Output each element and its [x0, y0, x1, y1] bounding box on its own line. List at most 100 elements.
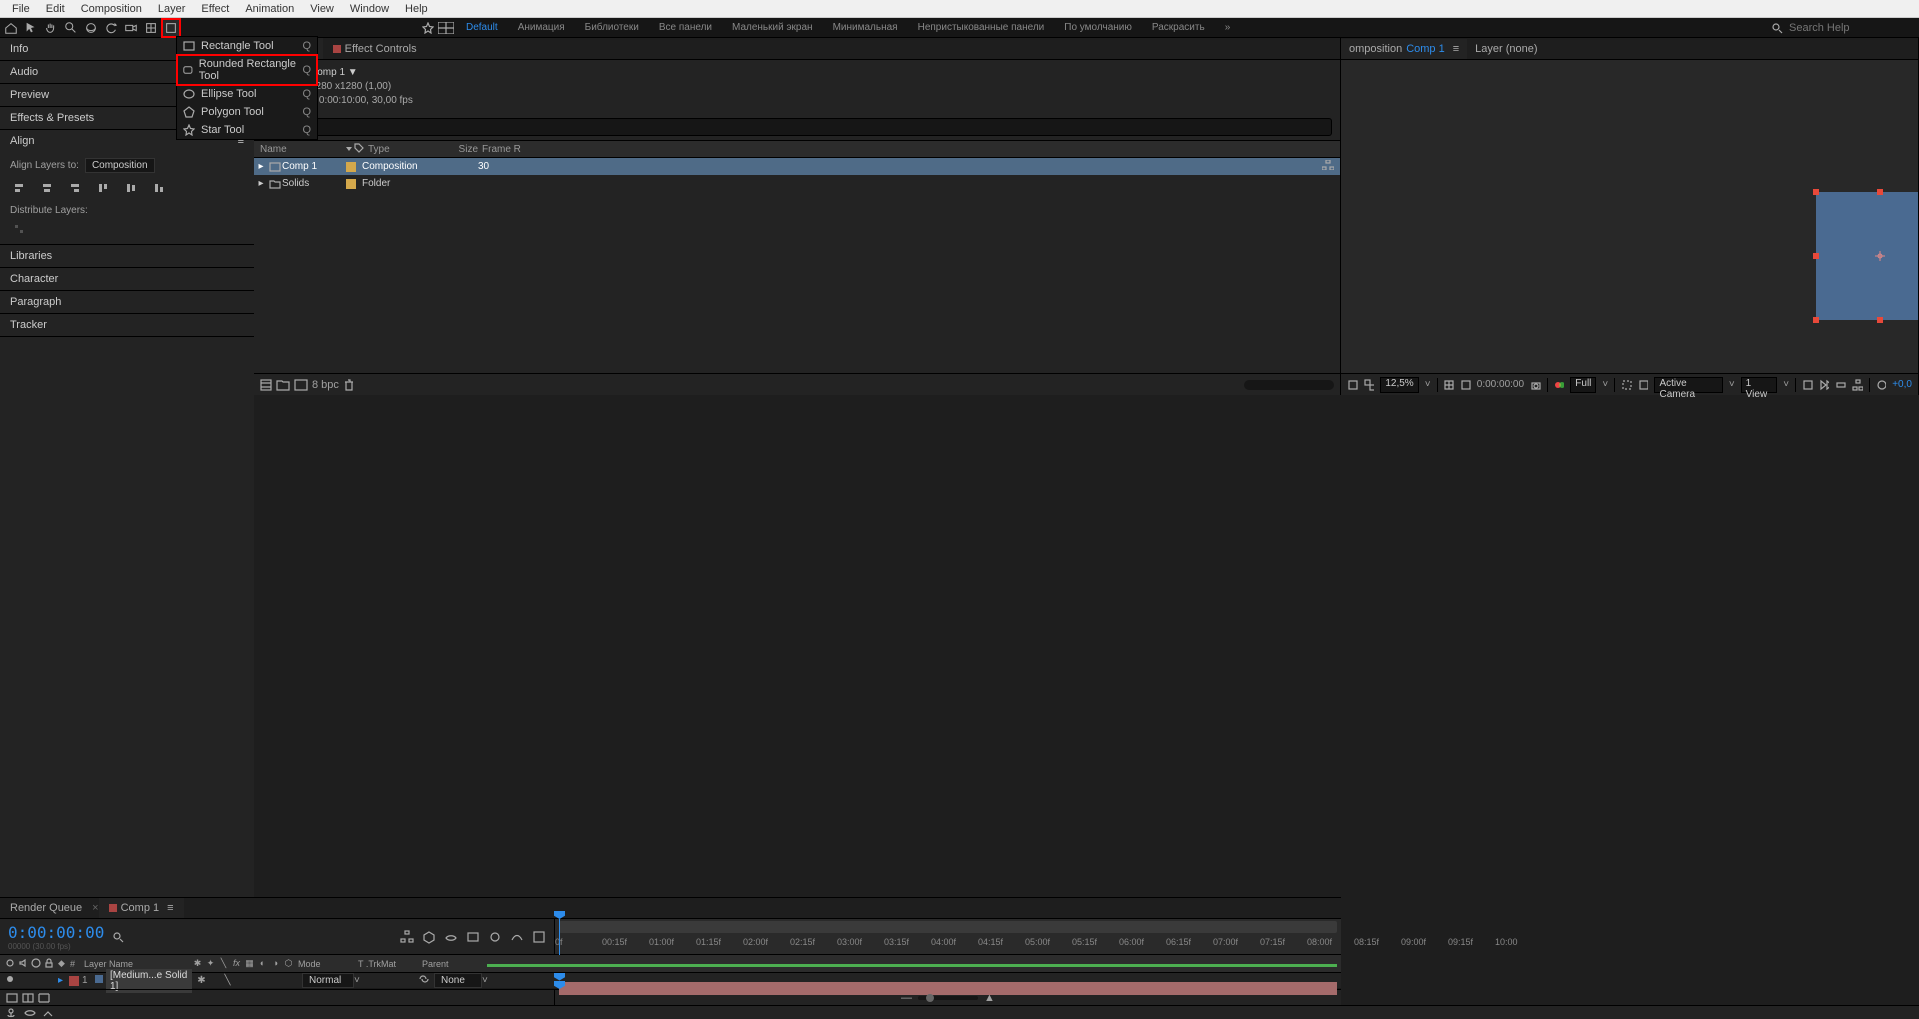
roi-icon[interactable]: [1621, 379, 1632, 391]
layer-solo-toggle[interactable]: [30, 974, 41, 987]
selected-solid-shape[interactable]: [1816, 192, 1918, 320]
workspace-minimal[interactable]: Минимальная: [825, 19, 906, 36]
res-arrow-icon[interactable]: ˅: [1602, 379, 1608, 390]
menu-animation[interactable]: Animation: [237, 1, 302, 17]
status-reveal-icon[interactable]: [24, 1008, 36, 1018]
fast-previews-icon[interactable]: [1819, 379, 1830, 391]
toggle-modes-icon[interactable]: [22, 993, 34, 1003]
hand-tool[interactable]: [42, 19, 60, 37]
col-label-icon[interactable]: [354, 143, 368, 156]
cam-arrow-icon[interactable]: ˅: [1729, 379, 1735, 390]
layer-mode-dropdown[interactable]: Normal: [302, 973, 354, 988]
layer-audio-toggle[interactable]: [17, 974, 28, 987]
always-preview-icon[interactable]: [1347, 379, 1358, 391]
channel-icon[interactable]: [1554, 379, 1565, 391]
menu-file[interactable]: File: [4, 1, 38, 17]
workspace-all-panels[interactable]: Все панели: [651, 19, 720, 36]
star-favorite-icon[interactable]: [422, 22, 434, 34]
col-layer-name[interactable]: Layer Name: [84, 959, 188, 969]
layer-video-toggle[interactable]: [4, 974, 15, 987]
menu-view[interactable]: View: [302, 1, 342, 17]
collapse-col-icon[interactable]: ✦: [205, 958, 216, 969]
workspace-small-screen[interactable]: Маленький экран: [724, 19, 821, 36]
character-panel-header[interactable]: Character: [0, 268, 254, 290]
views-arrow-icon[interactable]: ˅: [1783, 379, 1789, 390]
render-queue-tab[interactable]: Render Queue: [0, 898, 92, 918]
col-framerate[interactable]: Frame R: [478, 144, 1340, 155]
project-row-solids[interactable]: ▸ Solids Folder: [254, 175, 1340, 192]
frameblend-col-icon[interactable]: ▦: [244, 958, 255, 969]
exposure-value[interactable]: +0,0: [1892, 379, 1912, 390]
label-color-swatch[interactable]: [346, 162, 356, 172]
rounded-rectangle-tool-item[interactable]: Rounded Rectangle Tool Q: [177, 55, 317, 85]
workspace-undocked[interactable]: Непристыкованные панели: [910, 19, 1053, 36]
col-parent[interactable]: Parent: [422, 959, 482, 969]
col-mode[interactable]: Mode: [298, 959, 358, 969]
label-col-icon[interactable]: ◆: [58, 958, 66, 969]
layer-label-color[interactable]: [69, 976, 79, 986]
align-top-icon[interactable]: [94, 179, 112, 197]
interpret-footage-icon[interactable]: [260, 379, 272, 391]
graph-editor-icon[interactable]: [510, 930, 524, 944]
frame-blend-icon[interactable]: [466, 930, 480, 944]
fx-col-icon[interactable]: fx: [231, 958, 242, 969]
orbit-tool[interactable]: [82, 19, 100, 37]
menu-edit[interactable]: Edit: [38, 1, 73, 17]
new-comp-icon[interactable]: [294, 379, 308, 391]
3d-col-icon[interactable]: ⬡: [283, 958, 294, 969]
work-area-bar[interactable]: [559, 921, 1337, 933]
align-right-icon[interactable]: [66, 179, 84, 197]
align-hcenter-icon[interactable]: [38, 179, 56, 197]
layer-tab[interactable]: Layer (none): [1467, 39, 1545, 59]
dropdown-arrow-icon[interactable]: ▼: [348, 67, 358, 78]
motion-blur-icon[interactable]: [488, 930, 502, 944]
pixel-aspect-icon[interactable]: [1802, 379, 1813, 391]
rotation-tool[interactable]: [102, 19, 120, 37]
adjustment-col-icon[interactable]: ◑: [270, 958, 281, 969]
ellipse-tool-item[interactable]: Ellipse Tool Q: [177, 85, 317, 103]
layer-expand-icon[interactable]: ▸: [58, 975, 66, 986]
timeline-search-icon[interactable]: [112, 931, 124, 943]
snapshot-icon[interactable]: [1530, 379, 1541, 391]
time-ruler[interactable]: 0f00:15f01:00f01:15f02:00f02:15f03:00f03…: [555, 937, 1341, 955]
resolution-dropdown[interactable]: Full: [1570, 377, 1596, 393]
motionblur-col-icon[interactable]: ◐: [257, 958, 268, 969]
workspace-paint[interactable]: Раскрасить: [1144, 19, 1213, 36]
timeline-icon[interactable]: [1835, 379, 1846, 391]
status-anchor-icon[interactable]: [6, 1008, 18, 1018]
shape-tool[interactable]: [162, 19, 180, 37]
home-icon[interactable]: [2, 19, 20, 37]
views-dropdown[interactable]: 1 View: [1741, 377, 1778, 393]
paragraph-panel-header[interactable]: Paragraph: [0, 291, 254, 313]
menu-composition[interactable]: Composition: [73, 1, 150, 17]
workspace-overflow[interactable]: »: [1217, 19, 1239, 36]
magnification-icon[interactable]: [1364, 379, 1375, 391]
toggle-transparency-icon[interactable]: [1638, 379, 1649, 391]
col-index[interactable]: #: [66, 959, 84, 969]
panel-menu-icon[interactable]: ≡: [167, 902, 173, 914]
zoom-dropdown[interactable]: 12,5%: [1380, 377, 1418, 393]
menu-effect[interactable]: Effect: [193, 1, 237, 17]
workspace-default-ru[interactable]: По умолчанию: [1056, 19, 1140, 36]
menu-layer[interactable]: Layer: [150, 1, 194, 17]
project-row-comp1[interactable]: ▸ Comp 1 Composition 30: [254, 158, 1340, 175]
expand-icon[interactable]: ▸: [254, 161, 268, 172]
timeline-comp-tab[interactable]: Comp 1 ≡: [99, 898, 184, 918]
timeline-layer-row[interactable]: ▸ 1 [Medium...e Solid 1] ✱ ╲ Normal ˅ No…: [0, 973, 1341, 989]
preview-time[interactable]: 0:00:00:00: [1477, 379, 1524, 390]
camera-dropdown[interactable]: Active Camera: [1654, 377, 1722, 393]
resolution-grid-icon[interactable]: [1443, 379, 1454, 391]
star-tool-item[interactable]: Star Tool Q: [177, 121, 317, 139]
exposure-reset-icon[interactable]: [1876, 379, 1887, 391]
align-vcenter-icon[interactable]: [122, 179, 140, 197]
label-color-swatch[interactable]: [346, 179, 356, 189]
flowchart-icon[interactable]: [1322, 160, 1340, 173]
workspace-default[interactable]: Default: [458, 19, 506, 36]
workspace-layout-icon[interactable]: [438, 22, 454, 34]
align-bottom-icon[interactable]: [150, 179, 168, 197]
brainstorm-icon[interactable]: [532, 930, 546, 944]
composition-viewport[interactable]: [1341, 60, 1918, 373]
resize-handle-ml[interactable]: [1813, 253, 1819, 259]
col-type[interactable]: Type: [368, 144, 438, 155]
anchor-point-icon[interactable]: [1875, 251, 1885, 261]
